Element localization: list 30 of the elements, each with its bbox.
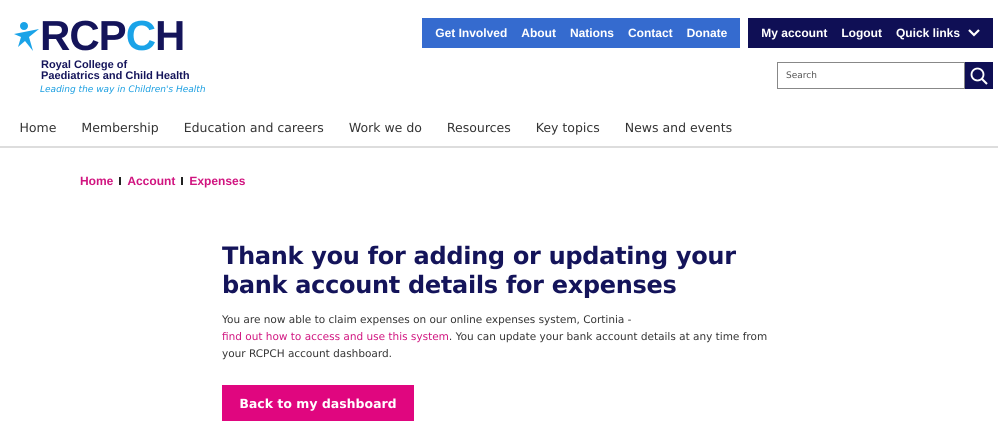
nav-link[interactable]: Education and careers: [171, 120, 336, 134]
my-account-link[interactable]: My account: [754, 26, 834, 40]
search-button[interactable]: [965, 62, 993, 89]
figure-icon: [14, 21, 40, 51]
chevron-down-icon: [968, 29, 980, 37]
page-heading: Thank you for adding or updating your bank account details for expenses: [222, 242, 737, 300]
help-link[interactable]: find out how to access and use this system: [222, 331, 449, 343]
nav-link[interactable]: News and events: [612, 120, 745, 134]
nav-link[interactable]: Membership: [68, 120, 172, 134]
utility-link[interactable]: Donate: [680, 26, 734, 40]
utility-link[interactable]: Nations: [562, 26, 621, 40]
utility-link[interactable]: Contact: [620, 26, 680, 40]
nav-link[interactable]: Key topics: [523, 120, 612, 134]
confirmation-message: You are now able to claim expenses on our online expenses system, Cortinia - find out how to access and use this system. You can update your bank account details at any time from your RCPCH account dashboard.: [222, 313, 768, 362]
dashboard-button[interactable]: Back to my dashboard: [222, 385, 414, 421]
tagline: Leading the way in Children's Health: [40, 85, 206, 95]
logout-link[interactable]: Logout: [834, 26, 889, 40]
nav-link[interactable]: Home: [7, 120, 69, 134]
breadcrumb-link[interactable]: Expenses: [189, 174, 246, 188]
utility-link[interactable]: About: [514, 26, 563, 40]
utility-link[interactable]: Get Involved: [428, 26, 514, 40]
nav-link[interactable]: Resources: [434, 120, 524, 134]
breadcrumb-link[interactable]: Home: [80, 174, 114, 188]
search-field[interactable]: Search: [777, 62, 965, 89]
logo-wordmark: RCPCH: [40, 18, 184, 54]
breadcrumb-link[interactable]: Account: [127, 174, 176, 188]
nav-link[interactable]: Work we do: [336, 120, 434, 134]
search-icon: [970, 66, 988, 84]
quick-links-menu[interactable]: Quick links: [888, 26, 987, 40]
organisation-name: Royal College of Paediatrics and Child Health: [41, 60, 191, 82]
